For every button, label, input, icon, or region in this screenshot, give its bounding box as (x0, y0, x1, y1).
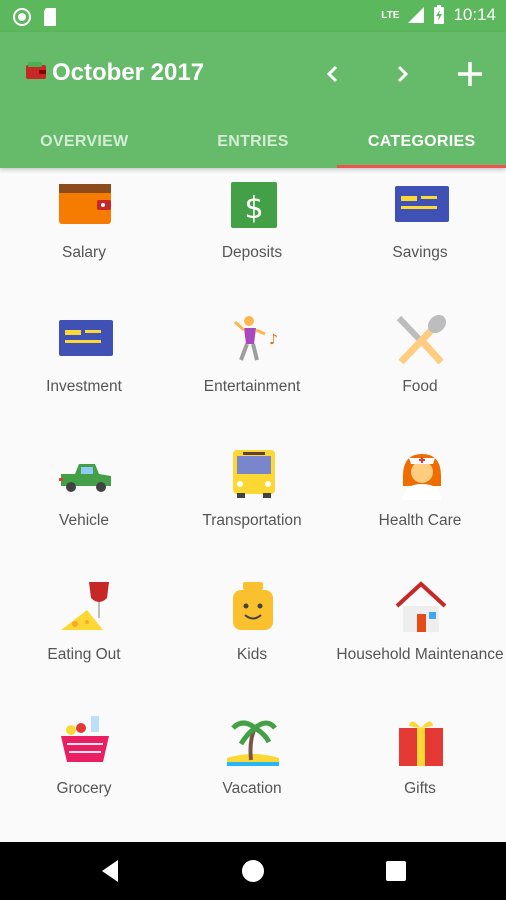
dollar-icon: $ (231, 182, 277, 228)
network-type: LTE (381, 9, 400, 21)
signal-icon (408, 7, 425, 23)
category-label: Vacation (222, 780, 282, 797)
category-label: Entertainment (203, 378, 301, 395)
back-icon[interactable] (96, 856, 126, 886)
card-icon (395, 186, 449, 222)
nurse-icon (403, 454, 441, 500)
battery-icon (434, 5, 445, 24)
category-deposits[interactable]: $ Deposits (168, 168, 336, 302)
wallet-logo-icon (26, 62, 46, 79)
category-salary[interactable]: Salary (0, 168, 168, 302)
previous-month-button[interactable] (315, 56, 351, 92)
chevron-left-icon (326, 65, 338, 83)
svg-text:$: $ (244, 191, 263, 226)
page-title: October 2017 (52, 59, 205, 86)
category-label: Deposits (221, 244, 283, 261)
clock: 10:14 (453, 5, 496, 24)
basket-icon (61, 716, 109, 762)
category-vacation[interactable]: Vacation (168, 704, 336, 838)
chevron-right-icon (397, 65, 409, 83)
category-label: Vehicle (59, 512, 109, 529)
toolbar: October 2017 (0, 32, 506, 116)
dancer-icon: ♪ (234, 316, 278, 361)
category-gifts[interactable]: Gifts (336, 704, 504, 838)
category-savings[interactable]: Savings (336, 168, 504, 302)
category-investment[interactable]: Investment (0, 302, 168, 436)
home-icon[interactable] (238, 856, 268, 886)
house-icon (395, 581, 447, 632)
status-bar: LTE 10:14 (0, 0, 506, 32)
add-button[interactable] (452, 56, 488, 92)
tab-categories[interactable]: CATEGORIES (337, 116, 506, 168)
category-label: Household Maintenance (336, 646, 504, 663)
tab-bar: OVERVIEW ENTRIES CATEGORIES (0, 116, 506, 168)
category-label: Food (402, 378, 438, 395)
category-grid: Salary $ Deposits Savings Investment ♪ E… (0, 168, 506, 842)
car-icon (59, 464, 111, 492)
category-label: Savings (392, 244, 448, 261)
tab-overview[interactable]: OVERVIEW (0, 116, 169, 168)
category-food[interactable]: Food (336, 302, 504, 436)
app-bar: October 2017 OVERVIEW ENTRIES CATEGORIES (0, 32, 506, 168)
category-label: Kids (236, 646, 268, 663)
category-label: Eating Out (47, 646, 121, 663)
category-label: Grocery (56, 780, 112, 797)
record-icon (13, 8, 31, 26)
wallet-icon (59, 184, 111, 224)
utensils-icon (396, 314, 447, 365)
category-kids[interactable]: Kids (168, 570, 336, 704)
card-icon (59, 320, 113, 356)
gift-icon (399, 721, 443, 766)
palm-tree-icon (227, 720, 279, 766)
toy-icon (233, 582, 273, 630)
sd-card-icon (44, 8, 56, 26)
category-label: Investment (46, 378, 122, 395)
svg-text:♪: ♪ (269, 332, 278, 348)
category-label: Health Care (378, 512, 462, 529)
tab-entries[interactable]: ENTRIES (169, 116, 338, 168)
plus-icon (458, 62, 482, 86)
next-month-button[interactable] (384, 56, 420, 92)
category-label: Salary (62, 244, 106, 261)
category-health-care[interactable]: Health Care (336, 436, 504, 570)
wine-cheese-icon (61, 582, 109, 630)
category-household-maintenance[interactable]: Household Maintenance (336, 570, 504, 704)
bus-icon (233, 450, 275, 498)
category-entertainment[interactable]: ♪ Entertainment (168, 302, 336, 436)
category-vehicle[interactable]: Vehicle (0, 436, 168, 570)
recents-icon[interactable] (381, 856, 411, 886)
category-grocery[interactable]: Grocery (0, 704, 168, 838)
category-label: Transportation (202, 512, 302, 529)
category-eating-out[interactable]: Eating Out (0, 570, 168, 704)
category-label: Gifts (404, 780, 436, 797)
system-nav-bar (0, 842, 506, 900)
category-transportation[interactable]: Transportation (168, 436, 336, 570)
